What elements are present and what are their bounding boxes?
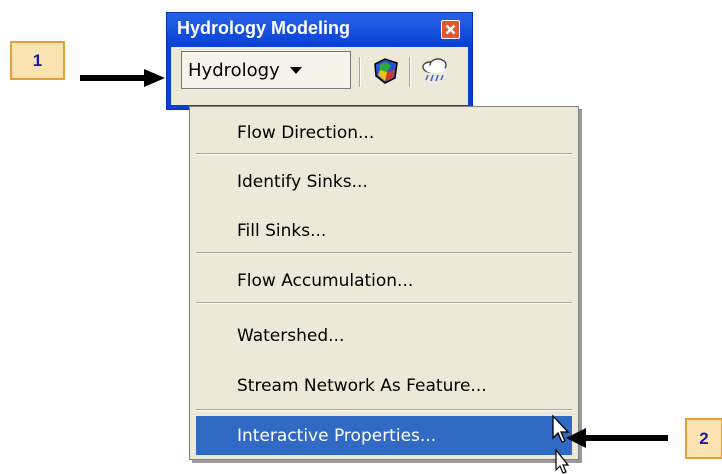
close-icon [445,24,456,35]
menu-item-label: Stream Network As Feature... [237,375,487,396]
hydrology-dropdown-menu: Flow Direction... Identify Sinks... Fill… [189,106,579,460]
menu-item-watershed[interactable]: Watershed... [196,316,572,355]
flow-globe-tool-button[interactable] [367,53,405,89]
rain-cloud-icon [422,58,447,82]
menu-item-label: Interactive Properties... [237,425,437,446]
hydrology-menu-label: Hydrology [188,59,280,81]
arrow-to-menu-item-icon [566,428,668,448]
menu-item-identify-sinks[interactable]: Identify Sinks... [196,162,572,201]
menu-item-flow-direction[interactable]: Flow Direction... [196,113,572,152]
menu-separator [196,409,572,411]
close-button[interactable] [441,20,460,39]
chevron-down-icon [289,66,302,74]
menu-item-label: Fill Sinks... [237,220,327,241]
toolbar-body: Hydrology [171,47,468,105]
globe-icon [374,58,398,84]
toolbar-title: Hydrology Modeling [177,18,350,38]
menu-item-flow-accumulation[interactable]: Flow Accumulation... [196,261,572,300]
rain-tool-button[interactable] [416,53,454,89]
toolbar-separator [359,57,361,87]
arrow-to-dropdown-icon [80,69,165,87]
hydrology-menu-button[interactable]: Hydrology [181,51,351,89]
screenshot-stage: 1 Hydrology Modeling Hydrology Flow Dire… [0,0,722,474]
menu-separator [196,153,572,155]
menu-item-label: Identify Sinks... [237,171,368,192]
callout-1-label: 1 [32,50,43,70]
menu-separator [196,302,572,304]
hydrology-modeling-toolbar[interactable]: Hydrology Modeling Hydrology [166,12,473,110]
toolbar-separator [409,57,411,87]
menu-item-fill-sinks[interactable]: Fill Sinks... [196,211,572,250]
callout-2: 2 [685,418,722,459]
menu-item-label: Flow Accumulation... [237,270,414,291]
menu-item-label: Flow Direction... [237,122,375,143]
menu-item-label: Watershed... [237,325,345,346]
menu-item-stream-network-as-feature[interactable]: Stream Network As Feature... [196,366,572,405]
menu-separator [196,252,572,254]
callout-1: 1 [10,41,65,80]
callout-2-label: 2 [699,428,709,448]
toolbar-title-bar[interactable]: Hydrology Modeling [167,13,472,43]
menu-item-interactive-properties[interactable]: Interactive Properties... [196,416,572,455]
